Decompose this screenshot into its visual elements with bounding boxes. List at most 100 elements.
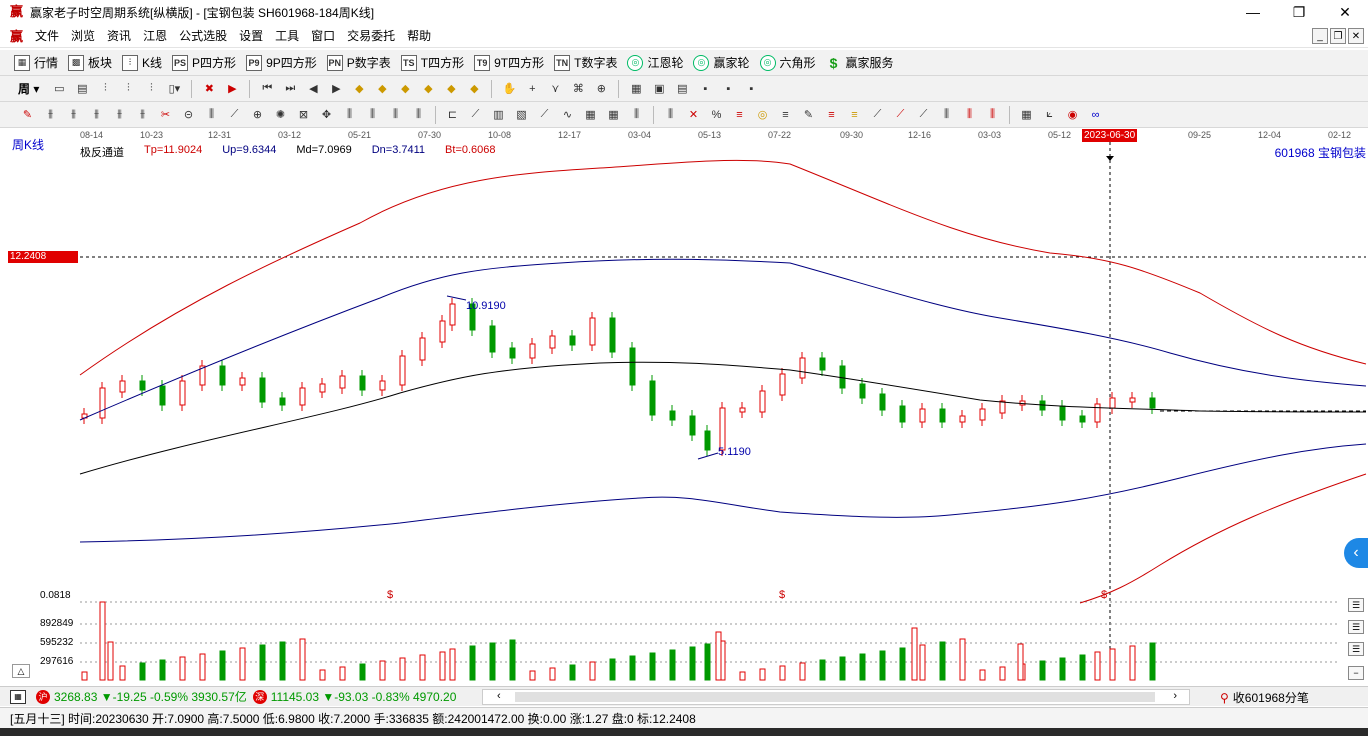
drawing-tool-icon[interactable]: ≡: [730, 106, 749, 124]
chart-area[interactable]: 08-14 10-23 12-31 03-12 05-21 07-30 10-08 12-17…: [0, 128, 1368, 686]
drawing-tool-icon[interactable]: ⟋: [891, 106, 910, 124]
chart-tool-icon[interactable]: ⫶: [142, 80, 160, 98]
panel-menu-icon[interactable]: ☰: [1348, 620, 1364, 634]
kline-chart[interactable]: [0, 128, 1368, 686]
menu-tools[interactable]: 工具: [269, 27, 305, 44]
toolbar-winner-wheel-button[interactable]: ◎ 赢家轮: [693, 54, 750, 71]
print-icon[interactable]: ▪: [719, 80, 737, 98]
chart-tool-icon[interactable]: ⫶: [96, 80, 114, 98]
diamond-icon[interactable]: ◆: [442, 80, 460, 98]
drawing-tool-icon[interactable]: ≡: [776, 106, 795, 124]
drawing-tool-icon[interactable]: ⟀: [1040, 106, 1059, 124]
crosshair-icon[interactable]: +: [523, 80, 541, 98]
menu-help[interactable]: 帮助: [401, 27, 437, 44]
toolbar-sector-button[interactable]: ▩ 板块: [68, 54, 112, 71]
drawing-tool-icon[interactable]: ◎: [753, 106, 772, 124]
panel-menu-icon[interactable]: ☰: [1348, 598, 1364, 612]
drawing-tool-icon[interactable]: ✎: [799, 106, 818, 124]
menu-info[interactable]: 资讯: [101, 27, 137, 44]
scroll-thumb[interactable]: [515, 692, 1155, 702]
diamond-icon[interactable]: ◆: [419, 80, 437, 98]
scroll-left-icon[interactable]: ‹: [497, 690, 501, 702]
diamond-icon[interactable]: ◆: [465, 80, 483, 98]
infinity-icon[interactable]: ∞: [1086, 106, 1105, 124]
drawing-tool-icon[interactable]: ⫼: [202, 106, 221, 124]
drawing-tool-icon[interactable]: ▧: [512, 106, 531, 124]
mdi-restore-button[interactable]: ❐: [1330, 28, 1346, 44]
drawing-tool-icon[interactable]: ⫵: [133, 106, 152, 124]
drawing-tool-icon[interactable]: ✂: [156, 106, 175, 124]
drawing-tool-icon[interactable]: ⟋: [914, 106, 933, 124]
drawing-tool-icon[interactable]: ∿: [558, 106, 577, 124]
save-icon[interactable]: ▪: [696, 80, 714, 98]
drawing-tool-icon[interactable]: ▦: [1017, 106, 1036, 124]
drawing-tool-icon[interactable]: ⫼: [386, 106, 405, 124]
toolbar-t-number-button[interactable]: TN T数字表: [554, 54, 617, 71]
drawing-tool-icon[interactable]: ◉: [1063, 106, 1082, 124]
tick-detail-link[interactable]: ⚲ 收601968分笔: [1220, 689, 1309, 706]
chart-tool-icon[interactable]: ⊕: [592, 80, 610, 98]
menu-trade[interactable]: 交易委托: [341, 27, 401, 44]
drawing-tool-icon[interactable]: ✕: [684, 106, 703, 124]
percent-icon[interactable]: %: [707, 106, 726, 124]
toolbar-kline-button[interactable]: ⫶ K线: [122, 54, 162, 71]
collapse-panel-button[interactable]: ‹: [1344, 538, 1368, 568]
toolbar-9t-square-button[interactable]: T9 9T四方形: [474, 54, 544, 71]
export-icon[interactable]: ▪: [742, 80, 760, 98]
toolbar-t-square-button[interactable]: TS T四方形: [400, 54, 464, 71]
drawing-tool-icon[interactable]: ⫼: [409, 106, 428, 124]
horizontal-scrollbar[interactable]: ‹ ›: [482, 689, 1190, 705]
toolbar-p-square-button[interactable]: PS P四方形: [172, 54, 236, 71]
menu-window[interactable]: 窗口: [305, 27, 341, 44]
menu-file[interactable]: 文件: [29, 27, 65, 44]
drawing-tool-icon[interactable]: ▦: [581, 106, 600, 124]
chart-tool-icon[interactable]: ▭: [50, 80, 68, 98]
drawing-tool-icon[interactable]: ⊕: [248, 106, 267, 124]
toolbar-p-number-button[interactable]: PN P数字表: [326, 54, 391, 71]
chart-tool-icon[interactable]: ⫶: [119, 80, 137, 98]
diamond-icon[interactable]: ◆: [373, 80, 391, 98]
calc-icon[interactable]: ▣: [650, 80, 668, 98]
mdi-close-button[interactable]: ✕: [1348, 28, 1364, 44]
toolbar-service-button[interactable]: $ 赢家服务: [826, 54, 894, 71]
chart-tool-icon[interactable]: ▤: [73, 80, 91, 98]
left-arrow-icon[interactable]: ◀: [304, 80, 322, 98]
diamond-icon[interactable]: ◆: [396, 80, 414, 98]
drawing-tool-icon[interactable]: ⟋: [535, 106, 554, 124]
doc-icon[interactable]: ▤: [673, 80, 691, 98]
chart-tool-icon[interactable]: ✖: [200, 80, 218, 98]
chart-tool-icon[interactable]: ⋎: [546, 80, 564, 98]
chart-tool-icon[interactable]: ⌘: [569, 80, 587, 98]
drawing-tool-icon[interactable]: ≡: [822, 106, 841, 124]
toolbar-gann-wheel-button[interactable]: ◎ 江恩轮: [627, 54, 683, 71]
expand-triangle-icon[interactable]: △: [12, 664, 30, 678]
drawing-tool-icon[interactable]: ⟋: [868, 106, 887, 124]
panel-menu-icon[interactable]: −: [1348, 666, 1364, 680]
drawing-tool-icon[interactable]: ⫼: [627, 106, 646, 124]
mdi-minimize-button[interactable]: _: [1312, 28, 1328, 44]
first-page-icon[interactable]: ⏮: [258, 80, 276, 98]
chart-tool-icon[interactable]: ▯▾: [165, 80, 183, 98]
drawing-tool-icon[interactable]: ⊏: [443, 106, 462, 124]
drawing-tool-icon[interactable]: ⫼: [340, 106, 359, 124]
scroll-right-icon[interactable]: ›: [1173, 690, 1177, 702]
toolbar-9p-square-button[interactable]: P9 9P四方形: [246, 54, 317, 71]
menu-browse[interactable]: 浏览: [65, 27, 101, 44]
calendar-icon[interactable]: ▦: [627, 80, 645, 98]
drawing-tool-icon[interactable]: ≡: [845, 106, 864, 124]
drawing-tool-icon[interactable]: ⫼: [937, 106, 956, 124]
maximize-button[interactable]: ❐: [1276, 0, 1322, 24]
drawing-tool-icon[interactable]: ⫼: [363, 106, 382, 124]
menu-settings[interactable]: 设置: [233, 27, 269, 44]
drawing-tool-icon[interactable]: ⫵: [64, 106, 83, 124]
minimize-button[interactable]: —: [1230, 0, 1276, 24]
drawing-tool-icon[interactable]: ⊝: [179, 106, 198, 124]
drawing-tool-icon[interactable]: ⫵: [41, 106, 60, 124]
drawing-tool-icon[interactable]: ▥: [489, 106, 508, 124]
toolbar-hexagon-button[interactable]: ◎ 六角形: [759, 54, 816, 71]
keyboard-icon[interactable]: ▦: [10, 689, 26, 704]
menu-formula[interactable]: 公式选股: [173, 27, 233, 44]
drawing-tool-icon[interactable]: ⫼: [960, 106, 979, 124]
menu-gann[interactable]: 江恩: [137, 27, 173, 44]
last-page-icon[interactable]: ⏭: [281, 80, 299, 98]
